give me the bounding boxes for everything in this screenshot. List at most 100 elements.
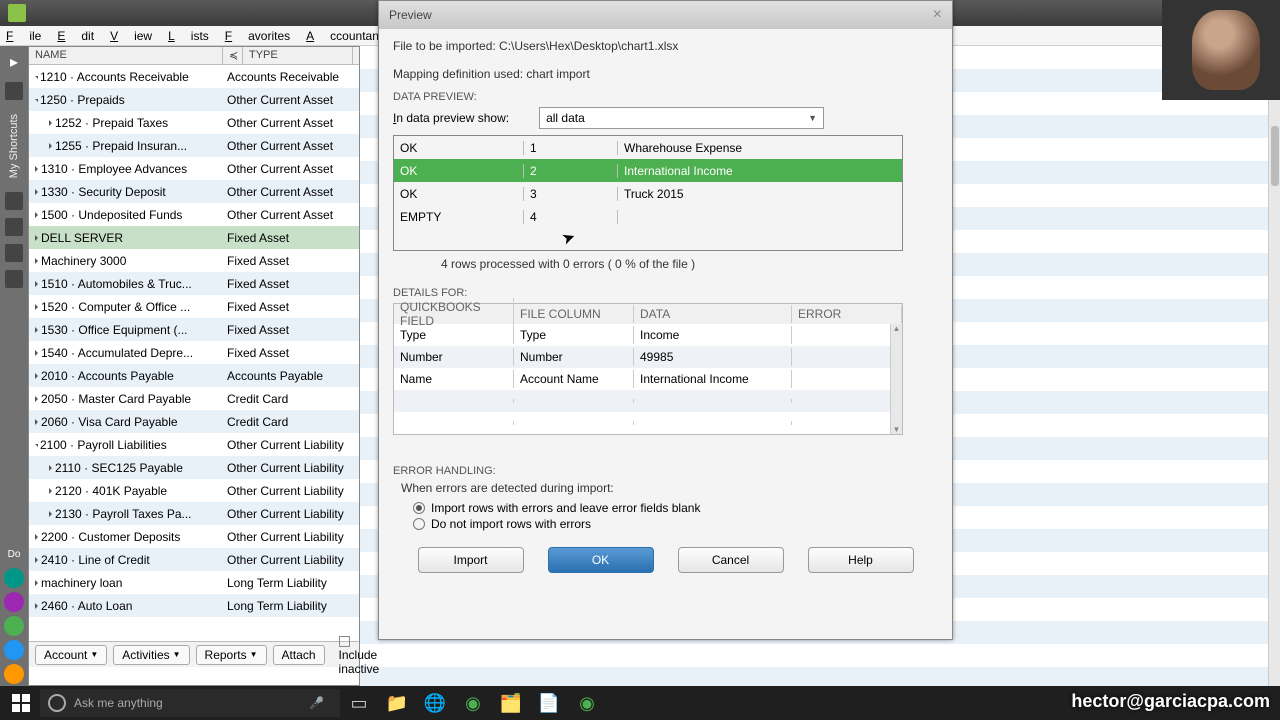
- quickbooks-icon[interactable]: ◉: [458, 688, 488, 718]
- rail-add-icon[interactable]: [4, 592, 24, 612]
- vertical-scrollbar[interactable]: [1268, 46, 1280, 686]
- preview-row[interactable]: EMPTY4: [394, 205, 902, 228]
- coa-row[interactable]: 1520 · Computer & Office ...Fixed Asset: [29, 295, 359, 318]
- rail-icon[interactable]: [5, 270, 23, 288]
- coa-row[interactable]: 1250 · PrepaidsOther Current Asset: [29, 88, 359, 111]
- details-row[interactable]: NumberNumber49985: [394, 346, 902, 368]
- show-label: In data preview show:: [393, 111, 509, 125]
- rail-icon[interactable]: [5, 218, 23, 236]
- coa-row[interactable]: machinery loanLong Term Liability: [29, 571, 359, 594]
- col-name[interactable]: NAME: [29, 47, 223, 64]
- details-row[interactable]: NameAccount NameInternational Income: [394, 368, 902, 390]
- process-stat: 4 rows processed with 0 errors ( 0 % of …: [393, 251, 938, 277]
- coa-row[interactable]: 2460 · Auto LoanLong Term Liability: [29, 594, 359, 617]
- coa-row[interactable]: Machinery 3000Fixed Asset: [29, 249, 359, 272]
- coa-row[interactable]: 2110 · SEC125 PayableOther Current Liabi…: [29, 456, 359, 479]
- menu-view[interactable]: View: [110, 29, 152, 43]
- mapping-label: Mapping definition used: chart import: [393, 67, 938, 81]
- radio-import-errors[interactable]: [413, 502, 425, 514]
- cortana-icon: [48, 694, 66, 712]
- dh-filecol: FILE COLUMN: [514, 305, 634, 323]
- chrome-icon[interactable]: 🌐: [420, 688, 450, 718]
- coa-row[interactable]: 1255 · Prepaid Insuran...Other Current A…: [29, 134, 359, 157]
- coa-row[interactable]: 1500 · Undeposited FundsOther Current As…: [29, 203, 359, 226]
- coa-row[interactable]: 2410 · Line of CreditOther Current Liabi…: [29, 548, 359, 571]
- include-inactive-label: Include inactive: [339, 648, 380, 676]
- coa-row[interactable]: 1530 · Office Equipment (...Fixed Asset: [29, 318, 359, 341]
- import-button[interactable]: Import: [418, 547, 524, 573]
- qb-logo-icon: [8, 4, 26, 22]
- email-watermark: hector@garciacpa.com: [1071, 691, 1270, 712]
- menu-edit[interactable]: Edit: [57, 29, 94, 43]
- coa-row[interactable]: 1330 · Security DepositOther Current Ass…: [29, 180, 359, 203]
- details-table: QUICKBOOKS FIELD FILE COLUMN DATA ERROR …: [393, 303, 903, 435]
- col-type[interactable]: TYPE: [243, 47, 353, 64]
- preview-dialog: Preview × File to be imported: C:\Users\…: [378, 0, 953, 640]
- coa-row[interactable]: 2100 · Payroll LiabilitiesOther Current …: [29, 433, 359, 456]
- chevron-down-icon: ▼: [808, 113, 817, 123]
- search-placeholder: Ask me anything: [74, 696, 163, 710]
- cancel-button[interactable]: Cancel: [678, 547, 784, 573]
- coa-row[interactable]: 2010 · Accounts PayableAccounts Payable: [29, 364, 359, 387]
- preview-row[interactable]: OK3Truck 2015: [394, 182, 902, 205]
- coa-row[interactable]: DELL SERVERFixed Asset: [29, 226, 359, 249]
- radio-skip-errors[interactable]: [413, 518, 425, 530]
- webcam-overlay: [1162, 0, 1280, 100]
- help-button[interactable]: Help: [808, 547, 914, 573]
- dh-data: DATA: [634, 305, 792, 323]
- coa-row[interactable]: 2130 · Payroll Taxes Pa...Other Current …: [29, 502, 359, 525]
- dialog-title: Preview: [389, 8, 432, 22]
- preview-row[interactable]: OK2International Income: [394, 159, 902, 182]
- attach-button[interactable]: Attach: [273, 645, 325, 665]
- rail-add-icon[interactable]: [4, 568, 24, 588]
- explorer-icon[interactable]: 📁: [382, 688, 412, 718]
- coa-row[interactable]: 2060 · Visa Card PayableCredit Card: [29, 410, 359, 433]
- rail-label: My Shortcuts: [8, 114, 20, 178]
- rail-do-label: Do: [8, 549, 21, 560]
- coa-row[interactable]: 1540 · Accumulated Depre...Fixed Asset: [29, 341, 359, 364]
- chart-of-accounts-panel: NAME ≼ TYPE 1210 · Accounts ReceivableAc…: [28, 46, 360, 686]
- coa-header: NAME ≼ TYPE: [29, 47, 359, 65]
- show-combo[interactable]: all data ▼: [539, 107, 824, 129]
- rail-add-icon[interactable]: [4, 616, 24, 636]
- rail-icon[interactable]: [5, 192, 23, 210]
- coa-row[interactable]: 1510 · Automobiles & Truc...Fixed Asset: [29, 272, 359, 295]
- details-row[interactable]: TypeTypeIncome: [394, 324, 902, 346]
- col-lightning-icon[interactable]: ≼: [223, 47, 243, 64]
- coa-row[interactable]: 2050 · Master Card PayableCredit Card: [29, 387, 359, 410]
- coa-row[interactable]: 2200 · Customer DepositsOther Current Li…: [29, 525, 359, 548]
- dialog-titlebar: Preview ×: [379, 1, 952, 29]
- quickbooks2-icon[interactable]: ◉: [572, 688, 602, 718]
- rail-add-icon[interactable]: [4, 640, 24, 660]
- coa-row[interactable]: 1210 · Accounts ReceivableAccounts Recei…: [29, 65, 359, 88]
- file-path-label: File to be imported: C:\Users\Hex\Deskto…: [393, 39, 938, 53]
- menu-favorites[interactable]: Favorites: [225, 29, 290, 43]
- activities-menu-button[interactable]: Activities▼: [113, 645, 189, 665]
- reports-menu-button[interactable]: Reports▼: [196, 645, 267, 665]
- details-scrollbar[interactable]: [890, 324, 902, 434]
- data-preview-heading: DATA PREVIEW:: [393, 91, 938, 103]
- ok-button[interactable]: OK: [548, 547, 654, 573]
- menu-accountant[interactable]: Accountant: [306, 29, 382, 43]
- taskview-icon[interactable]: ▭: [344, 688, 374, 718]
- include-inactive-checkbox[interactable]: [339, 636, 350, 647]
- rail-search-icon[interactable]: [5, 82, 23, 100]
- menu-lists[interactable]: Lists: [168, 29, 209, 43]
- coa-row[interactable]: 2120 · 401K PayableOther Current Liabili…: [29, 479, 359, 502]
- mic-icon[interactable]: 🎤: [309, 696, 324, 710]
- preview-row[interactable]: OK1Wharehouse Expense: [394, 136, 902, 159]
- cortana-search[interactable]: Ask me anything 🎤: [40, 689, 340, 717]
- menu-file[interactable]: File: [6, 29, 41, 43]
- coa-row[interactable]: 1252 · Prepaid TaxesOther Current Asset: [29, 111, 359, 134]
- start-button[interactable]: [6, 688, 36, 718]
- error-prompt: When errors are detected during import:: [401, 481, 938, 495]
- close-icon[interactable]: ×: [933, 6, 942, 24]
- notepad-icon[interactable]: 📄: [534, 688, 564, 718]
- app-icon[interactable]: 🗂️: [496, 688, 526, 718]
- expand-rail-icon[interactable]: ▸: [10, 52, 18, 72]
- rail-add-icon[interactable]: [4, 664, 24, 684]
- coa-row[interactable]: 1310 · Employee AdvancesOther Current As…: [29, 157, 359, 180]
- account-menu-button[interactable]: Account▼: [35, 645, 107, 665]
- show-combo-value: all data: [546, 111, 585, 125]
- rail-icon[interactable]: [5, 244, 23, 262]
